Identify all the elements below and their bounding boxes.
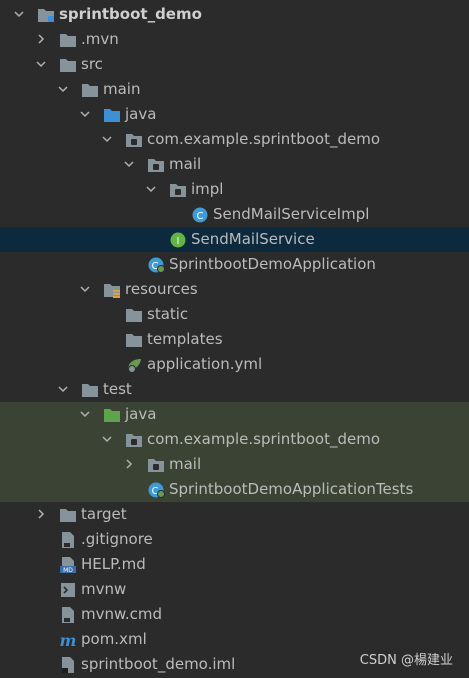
tree-item-label: mail xyxy=(169,155,202,173)
tree-item-label: java xyxy=(125,405,157,423)
svg-text:m: m xyxy=(60,631,77,649)
tree-row[interactable]: C SprintbootDemoApplication xyxy=(0,252,469,277)
tree-row[interactable]: .gitignore xyxy=(0,527,469,552)
maven-icon: m xyxy=(59,631,77,649)
tree-row[interactable]: C SendMailServiceImpl xyxy=(0,202,469,227)
tree-item-label: mail xyxy=(169,455,202,473)
chevron-down-icon[interactable] xyxy=(79,408,91,420)
tree-item-label: mvnw.cmd xyxy=(81,605,163,623)
tree-row[interactable]: application.yml xyxy=(0,352,469,377)
tree-item-label: com.example.sprintboot_demo xyxy=(147,130,380,148)
tree-row[interactable]: com.example.sprintboot_demo xyxy=(0,427,469,452)
folder-icon xyxy=(81,381,99,399)
folder-icon xyxy=(125,306,143,324)
spring-class-icon: C xyxy=(147,481,165,499)
tree-row[interactable]: mail xyxy=(0,452,469,477)
chevron-down-icon[interactable] xyxy=(57,383,69,395)
chevron-down-icon[interactable] xyxy=(101,433,113,445)
project-tree: sprintboot_demo .mvn src main java com.exampl… xyxy=(0,2,469,677)
tree-row[interactable]: I SendMailService xyxy=(0,227,469,252)
tree-row[interactable]: sprintboot_demo xyxy=(0,2,469,27)
tree-row[interactable]: com.example.sprintboot_demo xyxy=(0,127,469,152)
resources-folder-icon xyxy=(103,281,121,299)
tree-row[interactable]: src xyxy=(0,52,469,77)
tree-item-label: src xyxy=(81,55,103,73)
tree-row[interactable]: impl xyxy=(0,177,469,202)
chevron-down-icon[interactable] xyxy=(79,108,91,120)
tree-item-label: templates xyxy=(147,330,223,348)
tree-item-label: target xyxy=(81,505,127,523)
folder-icon xyxy=(59,31,77,49)
tree-item-label: SendMailServiceImpl xyxy=(213,205,370,223)
tree-item-label: main xyxy=(103,80,141,98)
chevron-right-icon[interactable] xyxy=(35,508,47,520)
markdown-file-icon: MD xyxy=(59,556,77,574)
tree-item-label: sprintboot_demo xyxy=(59,5,202,23)
chevron-down-icon[interactable] xyxy=(13,8,25,20)
iml-file-icon xyxy=(59,656,77,674)
chevron-down-icon[interactable] xyxy=(101,133,113,145)
tree-row[interactable]: templates xyxy=(0,327,469,352)
package-icon xyxy=(125,131,143,149)
tree-item-label: .mvn xyxy=(81,30,119,48)
tree-item-label: SendMailService xyxy=(191,230,315,248)
svg-text:C: C xyxy=(197,211,204,222)
tree-item-label: .gitignore xyxy=(81,530,153,548)
tree-item-label: application.yml xyxy=(147,355,263,373)
folder-icon xyxy=(59,506,77,524)
tree-item-label: SprintbootDemoApplicationTests xyxy=(169,480,414,498)
package-icon xyxy=(147,156,165,174)
tree-row[interactable]: resources xyxy=(0,277,469,302)
tree-row[interactable]: MD HELP.md xyxy=(0,552,469,577)
tree-row[interactable]: main xyxy=(0,77,469,102)
tree-row[interactable]: target xyxy=(0,502,469,527)
interface-icon: I xyxy=(169,231,187,249)
tree-item-label: java xyxy=(125,105,157,123)
package-icon xyxy=(147,456,165,474)
chevron-down-icon[interactable] xyxy=(79,283,91,295)
package-icon xyxy=(169,181,187,199)
tree-row[interactable]: mail xyxy=(0,152,469,177)
package-icon xyxy=(125,431,143,449)
text-file-icon xyxy=(59,531,77,549)
test-folder-icon xyxy=(103,406,121,424)
tree-row[interactable]: static xyxy=(0,302,469,327)
chevron-down-icon[interactable] xyxy=(145,183,157,195)
chevron-right-icon[interactable] xyxy=(123,458,135,470)
tree-row[interactable]: C SprintbootDemoApplicationTests xyxy=(0,477,469,502)
class-icon: C xyxy=(191,206,209,224)
tree-item-label: sprintboot_demo.iml xyxy=(81,655,236,673)
shell-file-icon xyxy=(59,581,77,599)
tree-item-label: HELP.md xyxy=(81,555,146,573)
svg-text:MD: MD xyxy=(63,567,73,574)
folder-icon xyxy=(125,331,143,349)
tree-item-label: SprintbootDemoApplication xyxy=(169,255,376,273)
tree-row[interactable]: test xyxy=(0,377,469,402)
folder-icon xyxy=(81,81,99,99)
spring-yml-icon xyxy=(125,356,143,374)
tree-item-label: resources xyxy=(125,280,198,298)
chevron-down-icon[interactable] xyxy=(57,83,69,95)
text-file-icon xyxy=(59,606,77,624)
tree-item-label: test xyxy=(103,380,132,398)
tree-row[interactable]: .mvn xyxy=(0,27,469,52)
watermark: CSDN @楊建业 xyxy=(359,653,453,668)
chevron-down-icon[interactable] xyxy=(123,158,135,170)
tree-item-label: pom.xml xyxy=(81,630,147,648)
folder-icon xyxy=(59,56,77,74)
tree-row[interactable]: java xyxy=(0,102,469,127)
module-folder-icon xyxy=(37,6,55,24)
svg-text:I: I xyxy=(177,236,180,247)
tree-row[interactable]: mvnw xyxy=(0,577,469,602)
tree-item-label: impl xyxy=(191,180,224,198)
chevron-right-icon[interactable] xyxy=(35,33,47,45)
chevron-down-icon[interactable] xyxy=(35,58,47,70)
tree-item-label: mvnw xyxy=(81,580,127,598)
source-folder-icon xyxy=(103,106,121,124)
tree-row[interactable]: mvnw.cmd xyxy=(0,602,469,627)
tree-row[interactable]: java xyxy=(0,402,469,427)
spring-class-icon: C xyxy=(147,256,165,274)
tree-item-label: com.example.sprintboot_demo xyxy=(147,430,380,448)
tree-item-label: static xyxy=(147,305,189,323)
